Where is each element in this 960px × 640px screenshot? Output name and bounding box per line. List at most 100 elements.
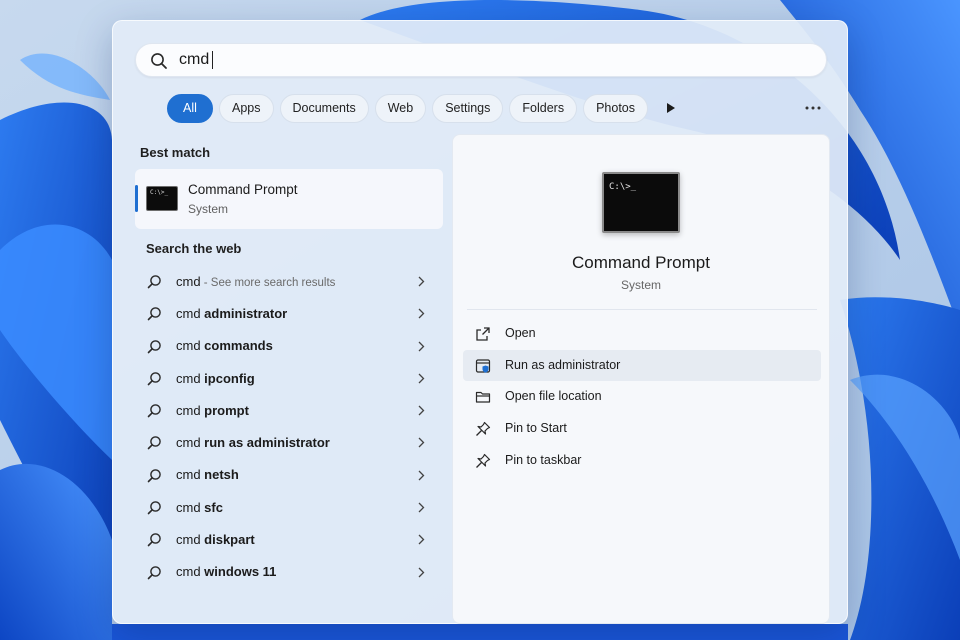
selection-indicator xyxy=(135,185,138,212)
search-web-heading: Search the web xyxy=(146,241,242,256)
chevron-right-icon xyxy=(418,470,425,481)
suggestion-prefix: cmd xyxy=(176,467,205,483)
search-input[interactable]: cmd xyxy=(135,43,827,77)
web-suggestion-text: cmd windows 11 xyxy=(176,564,276,579)
web-suggestion-text: cmd prompt xyxy=(176,403,249,418)
web-suggestion-item[interactable]: cmd administrator xyxy=(135,297,443,329)
web-suggestion-text: cmd sfc xyxy=(176,500,223,515)
terminal-icon: C:\>_ xyxy=(146,186,178,211)
ellipsis-icon[interactable] xyxy=(803,101,823,115)
suggestion-bold: netsh xyxy=(204,467,239,483)
filter-tab-documents[interactable]: Documents xyxy=(279,93,369,123)
divider xyxy=(467,309,817,310)
open-action[interactable]: Open xyxy=(463,318,821,350)
best-match-subtitle: System xyxy=(188,202,229,216)
preview-title: Command Prompt xyxy=(572,253,710,272)
shield-icon xyxy=(475,359,491,373)
search-icon xyxy=(151,53,167,69)
chevron-right-icon xyxy=(418,341,425,352)
web-suggestions-list: cmd - See more search results cmd adminis… xyxy=(135,265,443,588)
chevron-right-icon xyxy=(418,502,425,513)
chevron-right-icon xyxy=(418,373,425,384)
chevron-right-icon xyxy=(418,534,425,545)
suggestion-bold: diskpart xyxy=(204,532,255,548)
filter-tab-web[interactable]: Web xyxy=(374,93,427,123)
chevron-right-icon xyxy=(418,438,425,448)
chevron-right-icon xyxy=(418,405,425,416)
search-query: cmd xyxy=(179,51,210,68)
search-icon xyxy=(147,533,161,547)
search-icon xyxy=(147,275,161,289)
suggestion-bold: commands xyxy=(204,338,273,354)
preview-subtitle: System xyxy=(620,278,661,292)
action-label: Open xyxy=(505,326,536,340)
search-icon xyxy=(147,404,161,418)
action-label: Pin to Start xyxy=(505,421,567,436)
suggestion-prefix: cmd xyxy=(176,370,205,386)
web-suggestion-item[interactable]: cmd netsh xyxy=(135,459,443,491)
search-icon xyxy=(147,565,161,579)
action-label: Run as administrator xyxy=(505,357,621,372)
run-as-administrator-action[interactable]: Run as administrator xyxy=(463,349,821,382)
web-suggestion-item[interactable]: cmd ipconfig xyxy=(135,362,443,394)
web-suggestion-item[interactable]: cmd diskpart xyxy=(135,523,443,555)
suggestion-prefix: cmd xyxy=(176,564,205,580)
pin-to-taskbar-action[interactable]: Pin to taskbar xyxy=(463,445,821,477)
filter-tab-apps[interactable]: Apps xyxy=(219,93,274,123)
folder-icon xyxy=(475,392,491,403)
suggestion-prefix: cmd xyxy=(176,499,205,515)
web-suggestion-item[interactable]: cmd - See more search results xyxy=(135,265,443,297)
web-suggestion-text: cmd run as administrator xyxy=(176,435,330,450)
filter-tab-photos[interactable]: Photos xyxy=(583,93,648,123)
filter-tab-all[interactable]: All xyxy=(167,93,213,123)
best-match-title: Command Prompt xyxy=(188,182,298,197)
search-icon xyxy=(147,436,161,450)
filter-tab-folders[interactable]: Folders xyxy=(509,93,578,123)
suggestion-prefix: cmd xyxy=(176,338,205,354)
suggestion-bold: prompt xyxy=(204,402,249,418)
web-suggestion-text: cmd ipconfig xyxy=(176,371,255,386)
start-search-panel: cmd All Apps Documents Web Settings Fold… xyxy=(112,20,848,624)
suggestion-bold: sfc xyxy=(204,499,223,515)
pin-icon xyxy=(476,453,491,468)
best-match-result[interactable]: C:\>_ Command Prompt System xyxy=(135,169,443,229)
suggestion-prefix: cmd xyxy=(176,305,205,321)
preview-actions: Open Run as administrator Open file loca… xyxy=(463,318,821,476)
web-suggestion-item[interactable]: cmd prompt xyxy=(135,394,443,426)
suggestion-bold: ipconfig xyxy=(204,370,255,386)
chevron-right-icon xyxy=(418,308,425,319)
suggestion-prefix: cmd xyxy=(176,435,205,451)
open-external-icon xyxy=(476,327,490,341)
web-suggestion-text: cmd commands xyxy=(176,338,273,353)
search-query-text: cmd xyxy=(179,51,214,69)
web-suggestion-item[interactable]: cmd sfc xyxy=(135,491,443,523)
best-match-heading: Best match xyxy=(140,145,211,160)
chevron-right-icon xyxy=(418,567,425,578)
filter-tabs: All Apps Documents Web Settings Folders … xyxy=(167,93,682,123)
action-label: Pin to taskbar xyxy=(505,452,582,467)
search-icon xyxy=(147,468,161,483)
text-caret xyxy=(212,51,214,69)
web-suggestion-item[interactable]: cmd commands xyxy=(135,330,443,362)
web-suggestion-text: cmd netsh xyxy=(176,467,239,482)
suggestion-prefix: cmd xyxy=(176,273,201,289)
search-icon xyxy=(147,501,161,515)
terminal-icon: C:\>_ xyxy=(602,172,680,233)
suggestion-prefix: cmd xyxy=(176,402,205,418)
suggestion-hint: - See more search results xyxy=(200,276,336,289)
suggestion-bold: windows 11 xyxy=(204,564,277,580)
action-label: Open file location xyxy=(505,389,602,404)
web-suggestion-text: cmd diskpart xyxy=(176,532,255,547)
open-file-location-action[interactable]: Open file location xyxy=(463,381,821,413)
suggestion-prefix: cmd xyxy=(176,532,205,548)
pin-to-start-action[interactable]: Pin to Start xyxy=(463,413,821,445)
suggestion-bold: run as administrator xyxy=(204,435,330,451)
web-suggestion-item[interactable]: cmd windows 11 xyxy=(135,556,443,588)
suggestion-bold: administrator xyxy=(204,305,288,321)
web-suggestion-text: cmd administrator xyxy=(176,306,287,321)
play-icon[interactable] xyxy=(660,97,682,119)
search-icon xyxy=(147,372,161,386)
pin-icon xyxy=(476,421,491,437)
filter-tab-settings[interactable]: Settings xyxy=(432,93,504,123)
web-suggestion-item[interactable]: cmd run as administrator xyxy=(135,426,443,458)
